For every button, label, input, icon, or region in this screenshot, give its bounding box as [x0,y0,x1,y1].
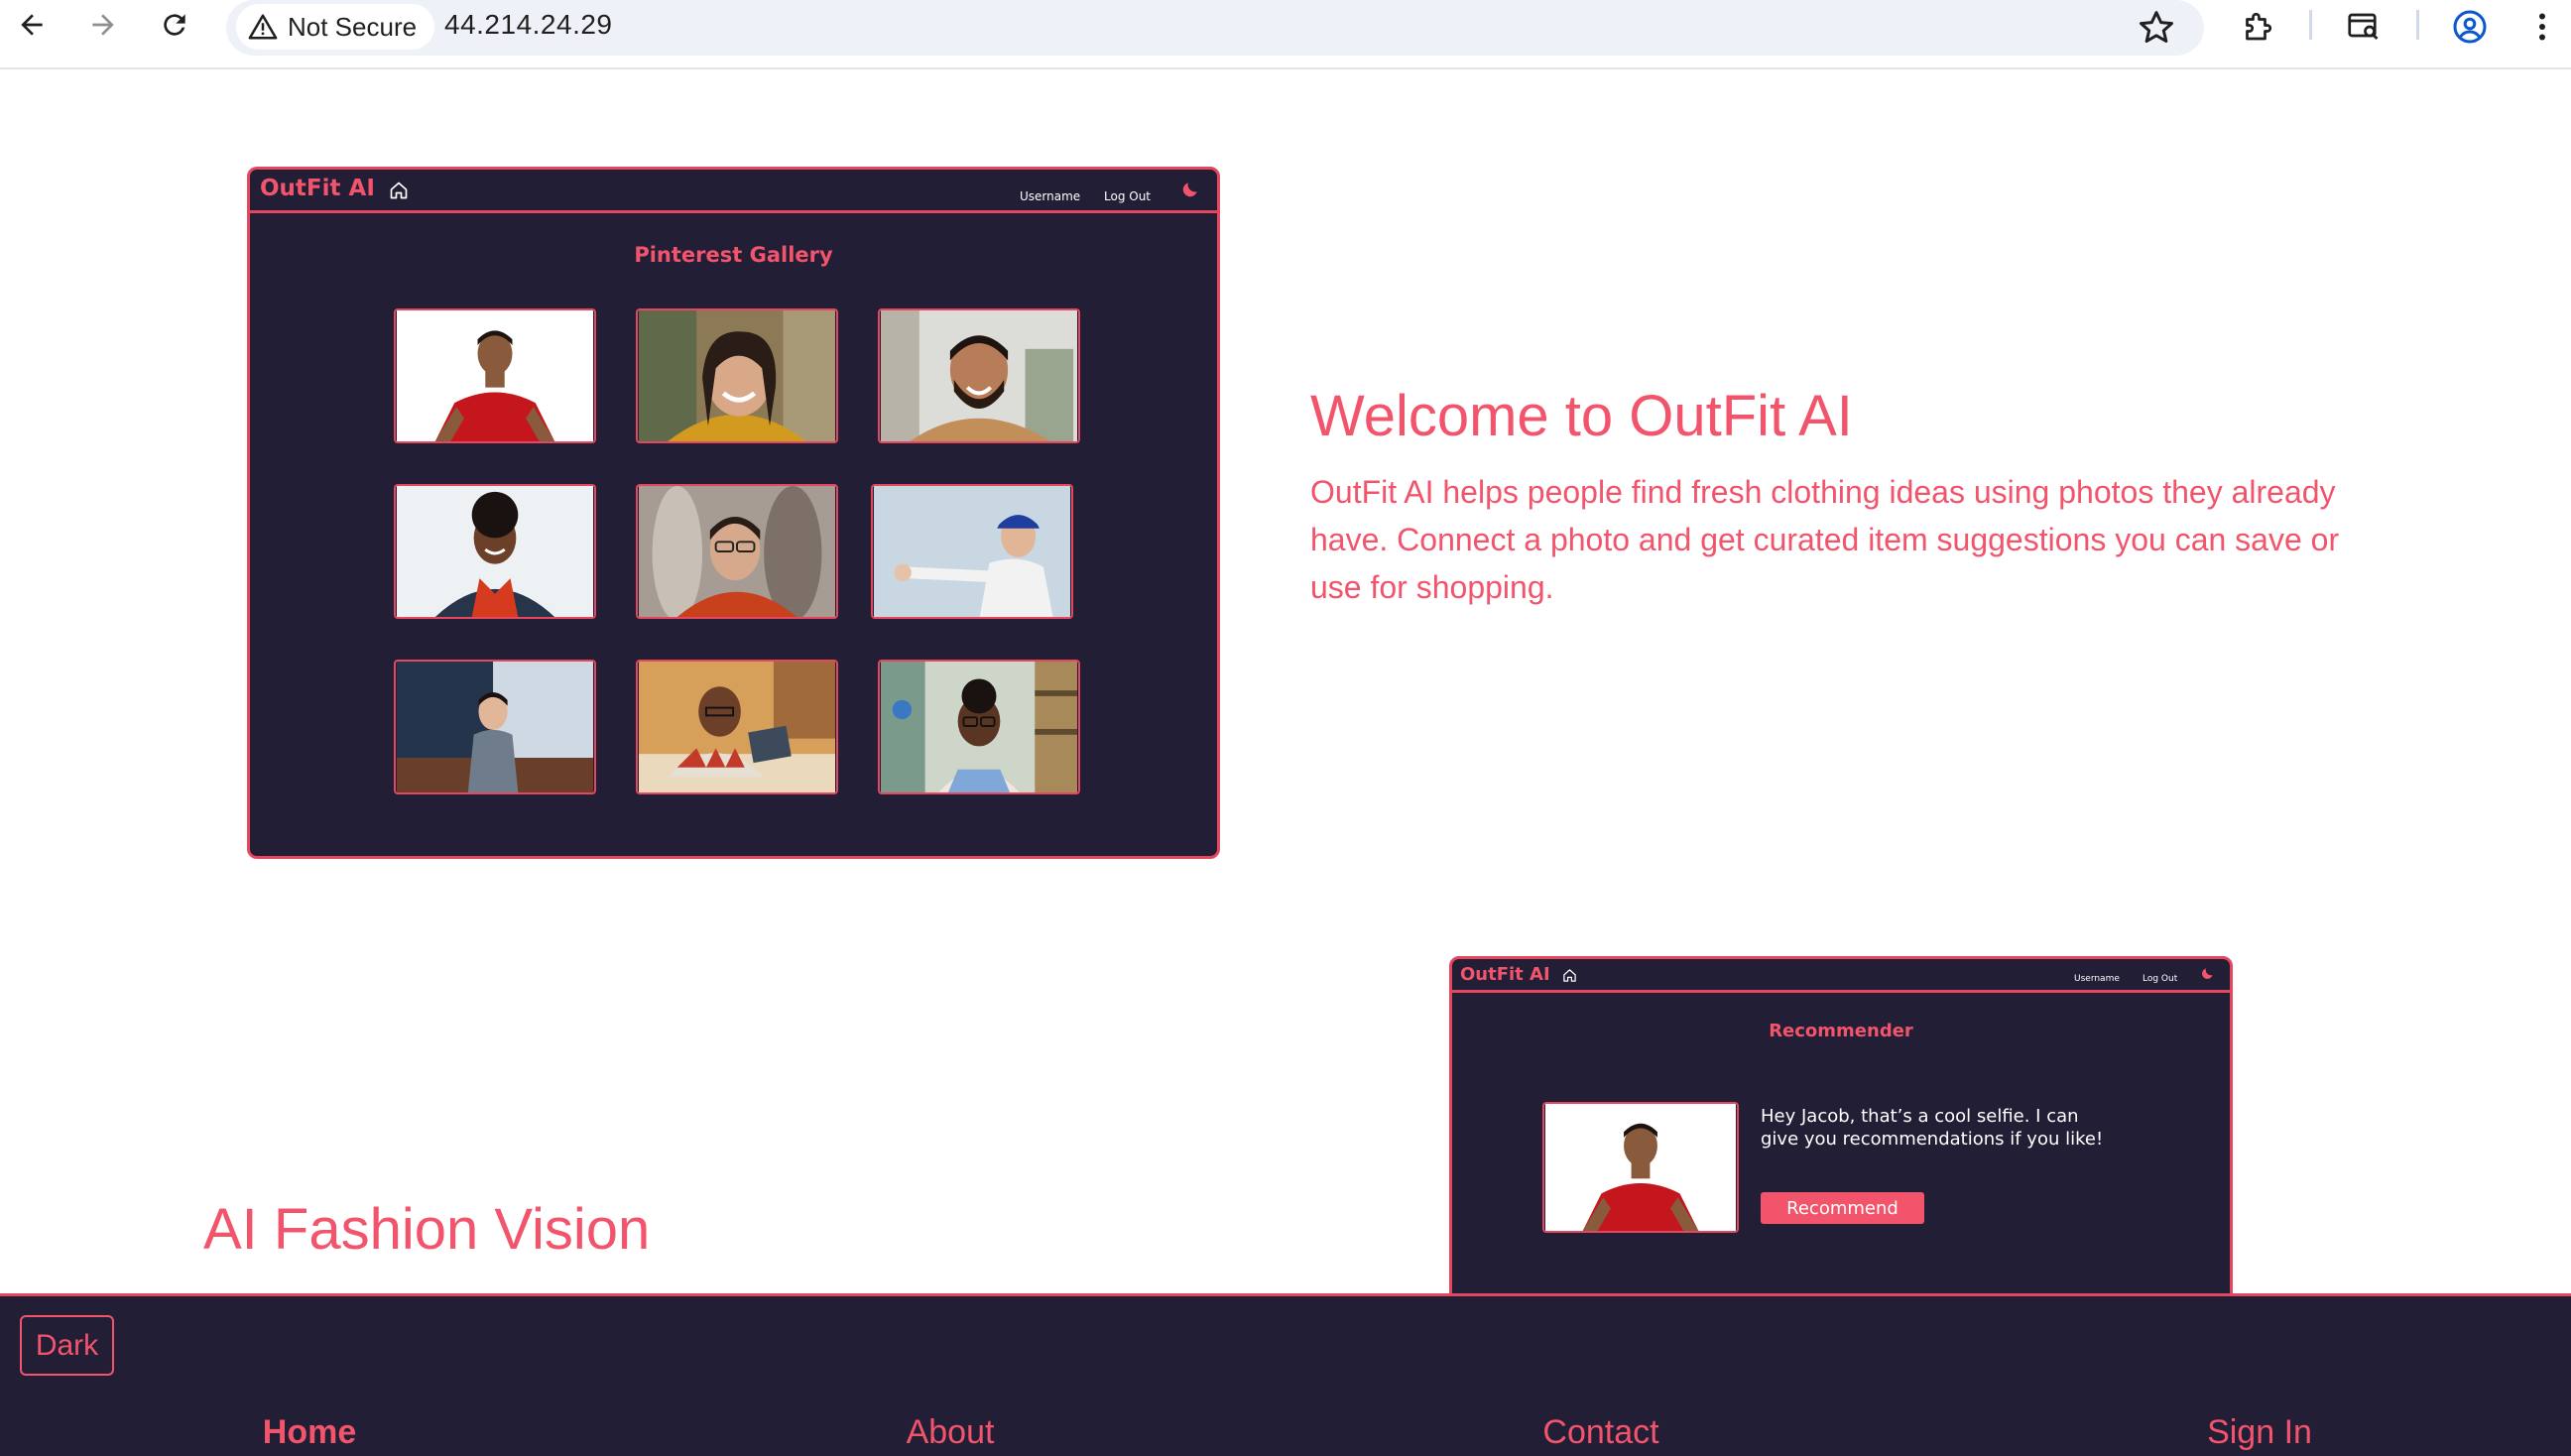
recommender-message: Hey Jacob, that’s a cool selfie. I can g… [1761,1106,2104,1150]
gallery-photo [878,308,1080,443]
toolbar-divider [2309,10,2312,40]
footer-link-sign-in[interactable]: Sign In [2207,1413,2312,1452]
profile-icon [2453,10,2487,44]
gallery-photo [636,308,838,443]
selfie-photo [1542,1102,1739,1233]
person-photo [881,662,1077,792]
toolbar-divider [2416,10,2419,40]
url-text[interactable]: 44.214.24.29 [444,9,613,41]
hero-heading: Welcome to OutFit AI [1310,384,1853,448]
section-heading: AI Fashion Vision [203,1197,651,1262]
mockup-username: Username [2074,974,2120,984]
mockup-logout: Log Out [1104,189,1152,203]
mockup-navbar: OutFit AI Username Log Out [250,170,1217,213]
person-photo [639,310,835,441]
gallery-mockup: OutFit AI Username Log Out Pinterest Gal… [247,167,1220,859]
footer-link-contact[interactable]: Contact [1542,1413,1658,1452]
footer-link-home[interactable]: Home [263,1413,356,1452]
mockup-username: Username [1020,189,1081,203]
back-button[interactable] [2,0,61,50]
gallery-photo [878,660,1080,794]
person-photo [397,486,593,617]
puzzle-icon [2246,12,2272,41]
recommender-title: Recommender [1769,1021,1913,1041]
gallery-photo [636,484,838,619]
tab-search-icon [2348,13,2379,40]
person-photo [874,486,1070,617]
gallery-title: Pinterest Gallery [634,243,833,267]
moon-icon [1182,182,1197,197]
forward-button[interactable] [73,0,133,50]
page-content: OutFit AI Username Log Out Pinterest Gal… [0,71,2571,1456]
gallery-photo [394,308,596,443]
person-photo [639,662,835,792]
forward-arrow-icon [92,14,114,36]
extensions-button[interactable] [2235,4,2280,50]
profile-button[interactable] [2447,4,2493,50]
browser-toolbar: Not Secure 44.214.24.29 [0,0,2571,69]
tab-search-button[interactable] [2341,4,2387,50]
bookmark-star-icon[interactable] [2137,8,2176,48]
mockup-navbar: OutFit AI Username Log Out [1452,959,2230,993]
security-label: Not Secure [288,11,418,42]
back-arrow-icon [21,14,43,36]
recommend-button[interactable]: Recommend [1761,1192,1924,1224]
gallery-photo [636,660,838,794]
footer-link-about[interactable]: About [907,1413,995,1452]
gallery-photo [394,484,596,619]
mockup-logo: OutFit AI [1460,964,1550,985]
person-photo [397,662,593,792]
reload-button[interactable] [145,0,204,50]
home-icon [390,182,408,199]
home-icon [1563,969,1576,982]
moon-icon [2202,968,2213,979]
person-photo [639,486,835,617]
address-bar[interactable]: Not Secure 44.214.24.29 [226,0,2204,56]
person-photo [1545,1104,1736,1231]
person-photo [881,310,1077,441]
gallery-photo [394,660,596,794]
browser-menu-button[interactable] [2519,4,2565,50]
person-photo [397,310,593,441]
theme-toggle-button[interactable]: Dark [20,1315,114,1376]
reload-icon [164,14,185,36]
warning-icon [248,14,278,40]
mockup-logo: OutFit AI [260,176,375,201]
gallery-photo [871,484,1073,619]
mockup-logout: Log Out [2142,974,2178,984]
more-vertical-icon [2539,13,2545,41]
hero-description: OutFit AI helps people find fresh clothi… [1310,474,2340,605]
security-chip[interactable]: Not Secure [236,4,435,50]
site-footer: Dark Home About Contact Sign In [0,1293,2571,1456]
